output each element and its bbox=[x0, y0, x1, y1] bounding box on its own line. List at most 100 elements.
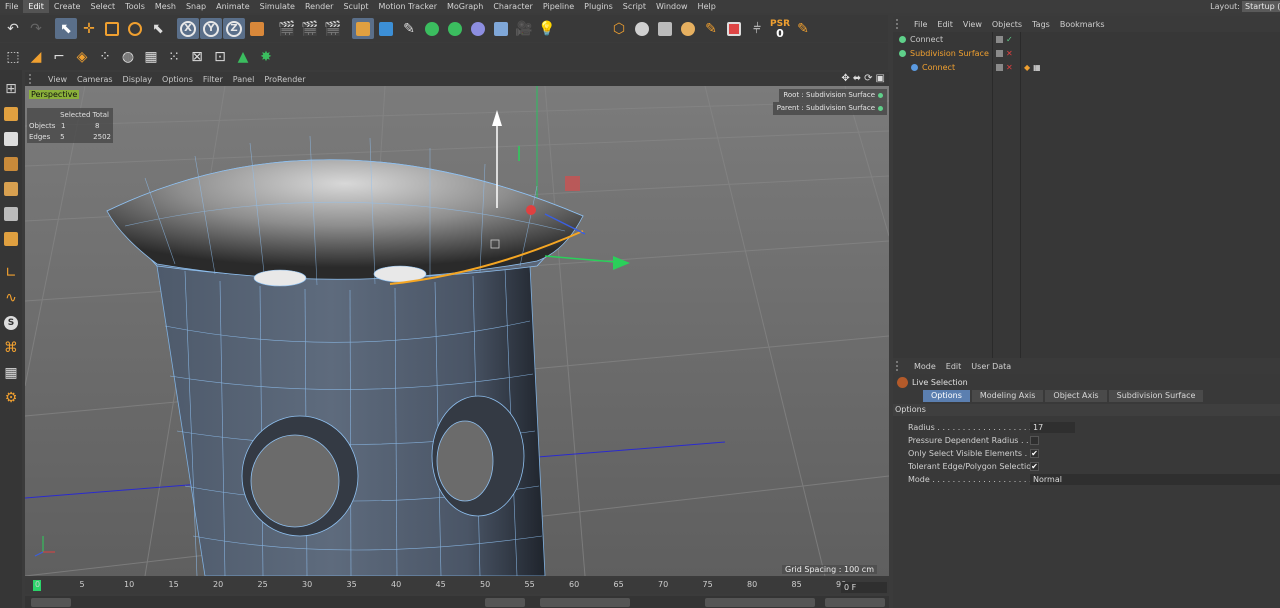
viewport-menu-options[interactable]: Options bbox=[157, 75, 198, 84]
uv-mode-icon[interactable] bbox=[677, 18, 699, 39]
om-menu-bookmarks[interactable]: Bookmarks bbox=[1055, 20, 1110, 29]
menu-render[interactable]: Render bbox=[300, 0, 338, 13]
menu-window[interactable]: Window bbox=[651, 0, 693, 13]
om-grip-icon[interactable] bbox=[896, 19, 906, 29]
object-mode-icon[interactable] bbox=[723, 18, 745, 39]
layer-icon[interactable] bbox=[996, 63, 1003, 71]
menu-edit[interactable]: Edit bbox=[23, 0, 49, 13]
live-selection-icon[interactable]: ⬉ bbox=[55, 18, 77, 39]
x-axis-lock-icon[interactable]: X bbox=[177, 18, 199, 39]
y-axis-lock-icon[interactable]: Y bbox=[200, 18, 222, 39]
polygons-mode-icon[interactable] bbox=[654, 18, 676, 39]
am-menu-mode[interactable]: Mode bbox=[909, 362, 941, 371]
array-icon[interactable] bbox=[421, 18, 443, 39]
viewport-menu-filter[interactable]: Filter bbox=[198, 75, 228, 84]
solo-object-icon[interactable]: ⊡ bbox=[209, 46, 231, 67]
camera-label[interactable]: Perspective bbox=[29, 90, 80, 99]
undo-icon[interactable]: ↶ bbox=[2, 18, 24, 39]
redo-icon[interactable]: ↷ bbox=[25, 18, 47, 39]
am-grip-icon[interactable] bbox=[896, 361, 906, 371]
model-side-icon[interactable] bbox=[1, 103, 21, 125]
menu-sculpt[interactable]: Sculpt bbox=[338, 0, 373, 13]
tab-modeling-axis[interactable]: Modeling Axis bbox=[971, 390, 1044, 402]
zoom-view-icon[interactable]: ⬌ bbox=[853, 73, 861, 84]
param-number-field[interactable]: 17 bbox=[1030, 422, 1075, 433]
enable-check-icon[interactable]: ✕ bbox=[1006, 63, 1013, 72]
menu-animate[interactable]: Animate bbox=[211, 0, 255, 13]
texture-mode-icon[interactable]: ◢ bbox=[25, 46, 47, 67]
menu-character[interactable]: Character bbox=[488, 0, 538, 13]
viewport-solo-icon[interactable]: ⁙ bbox=[163, 46, 185, 67]
timeline-ruler[interactable]: 051015202530354045505560657075808590 bbox=[25, 578, 889, 594]
viewport-menu-cameras[interactable]: Cameras bbox=[72, 75, 118, 84]
enable-check-icon[interactable]: ✓ bbox=[1006, 35, 1013, 44]
polygons-side-icon[interactable] bbox=[1, 228, 21, 250]
transport-buttons[interactable] bbox=[540, 598, 630, 607]
edit-render-settings-icon[interactable]: 🎬 bbox=[322, 18, 344, 39]
magnet-side-icon[interactable]: ⌘ bbox=[1, 337, 21, 359]
am-menu-user-data[interactable]: User Data bbox=[966, 362, 1016, 371]
menu-pipeline[interactable]: Pipeline bbox=[538, 0, 579, 13]
cube-icon[interactable] bbox=[352, 18, 374, 39]
move-icon[interactable]: ✛ bbox=[78, 18, 100, 39]
viewport-menu-panel[interactable]: Panel bbox=[228, 75, 260, 84]
layer-icon[interactable] bbox=[996, 35, 1003, 43]
edges-mode-icon[interactable] bbox=[631, 18, 653, 39]
points-side-icon[interactable] bbox=[1, 178, 21, 200]
viewport-menu-view[interactable]: View bbox=[43, 75, 72, 84]
tag-icon[interactable]: ◆ bbox=[1024, 63, 1030, 72]
object-row[interactable]: Connect ✓ bbox=[893, 32, 1280, 46]
3d-viewport[interactable]: Perspective Selected Total Objects 1 8 E… bbox=[25, 86, 889, 576]
deformer-icon[interactable] bbox=[444, 18, 466, 39]
menu-help[interactable]: Help bbox=[693, 0, 721, 13]
menu-plugins[interactable]: Plugins bbox=[579, 0, 618, 13]
om-menu-edit[interactable]: Edit bbox=[932, 20, 958, 29]
render-picture-viewer-icon[interactable]: 🎬 bbox=[299, 18, 321, 39]
object-visibility-toggles[interactable]: ✕ bbox=[996, 63, 1013, 72]
keyframe-buttons[interactable] bbox=[705, 598, 815, 607]
leaf-icon[interactable]: ✸ bbox=[255, 46, 277, 67]
solo-off-icon[interactable]: ⊠ bbox=[186, 46, 208, 67]
object-row[interactable]: Subdivision Surface ✕ bbox=[893, 46, 1280, 60]
object-visibility-toggles[interactable]: ✕ bbox=[996, 49, 1013, 58]
om-menu-tags[interactable]: Tags bbox=[1027, 20, 1055, 29]
make-editable-icon[interactable]: ⬚ bbox=[2, 46, 24, 67]
om-menu-objects[interactable]: Objects bbox=[987, 20, 1027, 29]
camera-icon[interactable]: 🎥 bbox=[513, 18, 535, 39]
recent-tool-icon[interactable]: ⬉ bbox=[147, 18, 169, 39]
object-visibility-toggles[interactable]: ✓ bbox=[996, 35, 1013, 44]
layer-icon[interactable] bbox=[996, 49, 1003, 57]
param-checkbox[interactable]: ✔ bbox=[1030, 462, 1039, 471]
locked-workplane-icon[interactable]: ◍ bbox=[117, 46, 139, 67]
render-view-icon[interactable]: 🎬 bbox=[276, 18, 298, 39]
coordinate-system-icon[interactable] bbox=[246, 18, 268, 39]
tab-options[interactable]: Options bbox=[923, 390, 970, 402]
menu-snap[interactable]: Snap bbox=[181, 0, 211, 13]
rotate-view-icon[interactable]: ⟳ bbox=[864, 73, 872, 84]
om-menu-file[interactable]: File bbox=[909, 20, 932, 29]
make-editable-side-icon[interactable]: ⊞ bbox=[1, 78, 21, 100]
tweak-side-icon[interactable]: ∿ bbox=[1, 287, 21, 309]
scale-icon[interactable] bbox=[101, 18, 123, 39]
snap-side-icon[interactable]: S bbox=[1, 312, 21, 334]
menu-mesh[interactable]: Mesh bbox=[150, 0, 181, 13]
param-checkbox[interactable] bbox=[1030, 436, 1039, 445]
viewport-grip-icon[interactable] bbox=[29, 74, 39, 84]
menu-tools[interactable]: Tools bbox=[120, 0, 150, 13]
menu-select[interactable]: Select bbox=[85, 0, 120, 13]
psr-icon[interactable]: PSR 0 bbox=[769, 18, 791, 39]
rotate-icon[interactable] bbox=[124, 18, 146, 39]
checker-side-icon[interactable]: ▦ bbox=[1, 362, 21, 384]
param-select[interactable]: Normal bbox=[1030, 474, 1280, 485]
object-row[interactable]: Connect ✕ ◆ ▦ bbox=[893, 60, 1280, 74]
point-select-icon[interactable]: ⁘ bbox=[94, 46, 116, 67]
viewport-menu-prorender[interactable]: ProRender bbox=[259, 75, 310, 84]
light-icon[interactable]: 💡 bbox=[536, 18, 558, 39]
sky-icon[interactable] bbox=[490, 18, 512, 39]
tab-object-axis[interactable]: Object Axis bbox=[1045, 390, 1107, 402]
move-view-icon[interactable]: ✥ bbox=[841, 73, 849, 84]
texture-side-icon[interactable] bbox=[1, 128, 21, 150]
pen-spline-icon[interactable] bbox=[375, 18, 397, 39]
menu-simulate[interactable]: Simulate bbox=[255, 0, 300, 13]
floor-icon[interactable] bbox=[467, 18, 489, 39]
